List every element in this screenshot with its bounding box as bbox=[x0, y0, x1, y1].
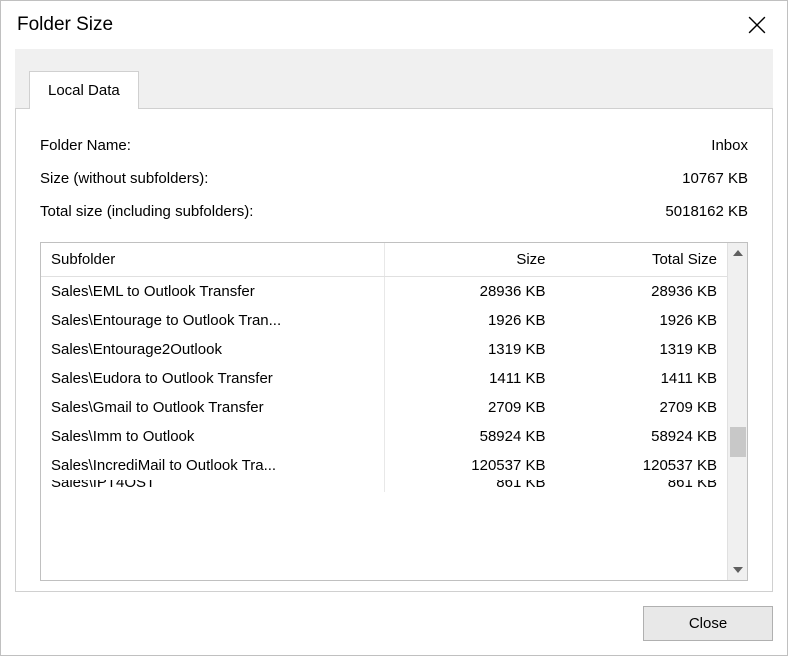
table-row[interactable]: Sales\IPT4OST 861 KB 861 KB bbox=[41, 480, 727, 492]
cell-subfolder: Sales\Entourage to Outlook Tran... bbox=[41, 306, 384, 335]
cell-subfolder: Sales\EML to Outlook Transfer bbox=[41, 277, 384, 307]
cell-subfolder: Sales\Gmail to Outlook Transfer bbox=[41, 393, 384, 422]
titlebar: Folder Size bbox=[1, 1, 787, 49]
dialog-title: Folder Size bbox=[17, 14, 113, 36]
close-icon[interactable] bbox=[743, 11, 771, 39]
header-total-size[interactable]: Total Size bbox=[556, 243, 728, 277]
cell-total: 1926 KB bbox=[556, 306, 728, 335]
size-value: 10767 KB bbox=[682, 170, 748, 187]
tab-local-data[interactable]: Local Data bbox=[29, 71, 139, 109]
cell-size: 58924 KB bbox=[384, 422, 556, 451]
cell-size: 120537 KB bbox=[384, 451, 556, 480]
subfolder-table: Subfolder Size Total Size Sales\EML to O… bbox=[41, 243, 727, 492]
chevron-up-icon[interactable] bbox=[728, 243, 748, 263]
folder-name-label: Folder Name: bbox=[40, 137, 131, 154]
size-label: Size (without subfolders): bbox=[40, 170, 208, 187]
header-subfolder[interactable]: Subfolder bbox=[41, 243, 384, 277]
cell-subfolder: Sales\IPT4OST bbox=[41, 480, 384, 492]
folder-size-dialog: Folder Size Local Data Folder Name: Inbo… bbox=[0, 0, 788, 656]
table-row[interactable]: Sales\Gmail to Outlook Transfer 2709 KB … bbox=[41, 393, 727, 422]
folder-name-row: Folder Name: Inbox bbox=[40, 129, 748, 162]
table-row[interactable]: Sales\EML to Outlook Transfer 28936 KB 2… bbox=[41, 277, 727, 307]
cell-subfolder: Sales\Entourage2Outlook bbox=[41, 335, 384, 364]
cell-total: 1319 KB bbox=[556, 335, 728, 364]
table-row[interactable]: Sales\Eudora to Outlook Transfer 1411 KB… bbox=[41, 364, 727, 393]
button-bar: Close bbox=[1, 592, 787, 655]
total-size-label: Total size (including subfolders): bbox=[40, 203, 253, 220]
tab-content: Folder Name: Inbox Size (without subfold… bbox=[15, 109, 773, 592]
cell-size: 1926 KB bbox=[384, 306, 556, 335]
chevron-down-icon[interactable] bbox=[728, 560, 748, 580]
cell-total: 120537 KB bbox=[556, 451, 728, 480]
cell-size: 2709 KB bbox=[384, 393, 556, 422]
size-row: Size (without subfolders): 10767 KB bbox=[40, 162, 748, 195]
folder-name-value: Inbox bbox=[711, 137, 748, 154]
table-row[interactable]: Sales\Entourage2Outlook 1319 KB 1319 KB bbox=[41, 335, 727, 364]
cell-total: 861 KB bbox=[556, 480, 728, 492]
table-row[interactable]: Sales\Imm to Outlook 58924 KB 58924 KB bbox=[41, 422, 727, 451]
tabstrip: Local Data bbox=[15, 49, 773, 109]
cell-total: 28936 KB bbox=[556, 277, 728, 307]
table-header-row: Subfolder Size Total Size bbox=[41, 243, 727, 277]
total-size-value: 5018162 KB bbox=[665, 203, 748, 220]
table-row[interactable]: Sales\Entourage to Outlook Tran... 1926 … bbox=[41, 306, 727, 335]
scrollbar-thumb[interactable] bbox=[730, 427, 746, 457]
cell-subfolder: Sales\Imm to Outlook bbox=[41, 422, 384, 451]
total-size-row: Total size (including subfolders): 50181… bbox=[40, 195, 748, 228]
cell-total: 1411 KB bbox=[556, 364, 728, 393]
subfolder-table-container: Subfolder Size Total Size Sales\EML to O… bbox=[40, 242, 748, 581]
subfolder-table-body: Subfolder Size Total Size Sales\EML to O… bbox=[41, 243, 727, 580]
header-size[interactable]: Size bbox=[384, 243, 556, 277]
scrollbar[interactable] bbox=[727, 243, 747, 580]
cell-size: 861 KB bbox=[384, 480, 556, 492]
cell-total: 2709 KB bbox=[556, 393, 728, 422]
cell-subfolder: Sales\Eudora to Outlook Transfer bbox=[41, 364, 384, 393]
cell-size: 1319 KB bbox=[384, 335, 556, 364]
cell-size: 1411 KB bbox=[384, 364, 556, 393]
cell-subfolder: Sales\IncrediMail to Outlook Tra... bbox=[41, 451, 384, 480]
cell-total: 58924 KB bbox=[556, 422, 728, 451]
close-button[interactable]: Close bbox=[643, 606, 773, 641]
table-row[interactable]: Sales\IncrediMail to Outlook Tra... 1205… bbox=[41, 451, 727, 480]
cell-size: 28936 KB bbox=[384, 277, 556, 307]
